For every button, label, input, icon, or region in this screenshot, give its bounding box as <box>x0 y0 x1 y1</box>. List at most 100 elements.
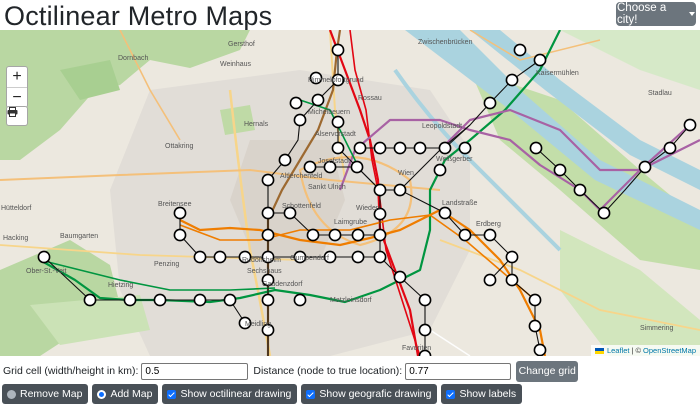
station-node[interactable] <box>553 163 567 177</box>
station-node[interactable] <box>261 206 275 220</box>
station-node[interactable] <box>373 141 387 155</box>
change-grid-button[interactable]: Change grid <box>516 360 579 382</box>
station-node[interactable] <box>573 183 587 197</box>
station-node[interactable] <box>663 141 677 155</box>
zoom-out-button[interactable]: − <box>7 87 27 107</box>
station-node[interactable] <box>331 115 345 129</box>
station-node[interactable] <box>153 293 167 307</box>
station-node[interactable] <box>483 96 497 110</box>
printer-icon <box>7 107 18 117</box>
ukraine-flag-icon <box>594 347 604 354</box>
show-octilinear-label: Show octilinear drawing <box>180 388 292 400</box>
station-node[interactable] <box>533 53 547 67</box>
station-node[interactable] <box>528 319 542 333</box>
station-node[interactable] <box>597 206 611 220</box>
map-canvas[interactable]: Dornbach Gersthof Weinhaus Himmelpfortgr… <box>0 30 700 356</box>
place-label: Alservorstadt <box>315 131 356 138</box>
show-octilinear-toggle[interactable]: Show octilinear drawing <box>162 384 298 404</box>
station-node[interactable] <box>293 293 307 307</box>
station-node[interactable] <box>413 141 427 155</box>
station-node[interactable] <box>638 160 652 174</box>
station-node[interactable] <box>331 43 345 57</box>
station-node[interactable] <box>373 250 387 264</box>
station-node[interactable] <box>513 43 527 57</box>
station-node[interactable] <box>418 323 432 337</box>
station-node[interactable] <box>278 153 292 167</box>
station-node[interactable] <box>393 141 407 155</box>
station-node[interactable] <box>193 250 207 264</box>
station-node[interactable] <box>193 293 207 307</box>
station-node[interactable] <box>331 141 345 155</box>
place-label: Hernals <box>244 121 269 128</box>
station-node[interactable] <box>533 343 547 356</box>
station-node[interactable] <box>505 73 519 87</box>
radio-on-icon <box>97 389 107 399</box>
station-node[interactable] <box>353 141 367 155</box>
station-node[interactable] <box>173 228 187 242</box>
station-node[interactable] <box>328 228 342 242</box>
station-node[interactable] <box>311 93 325 107</box>
station-node[interactable] <box>261 228 275 242</box>
station-node[interactable] <box>173 206 187 220</box>
remove-map-button[interactable]: Remove Map <box>2 384 89 404</box>
show-geographic-toggle[interactable]: Show geografic drawing <box>301 384 438 404</box>
station-node[interactable] <box>433 163 447 177</box>
place-label: Hietzing <box>108 282 133 289</box>
station-node[interactable] <box>351 228 365 242</box>
add-map-label: Add Map <box>110 388 153 400</box>
station-node[interactable] <box>373 228 387 242</box>
station-node[interactable] <box>393 270 407 284</box>
station-node[interactable] <box>351 250 365 264</box>
place-label: Gersthof <box>228 41 255 48</box>
station-node[interactable] <box>683 118 697 132</box>
station-node[interactable] <box>418 293 432 307</box>
distance-input[interactable]: 0.77 <box>405 362 512 380</box>
place-label: Rossau <box>358 95 382 102</box>
caret-down-icon <box>689 12 695 16</box>
station-node[interactable] <box>505 250 519 264</box>
station-node[interactable] <box>528 293 542 307</box>
station-node[interactable] <box>505 273 519 287</box>
metro-map[interactable]: Dornbach Gersthof Weinhaus Himmelpfortgr… <box>0 30 700 356</box>
show-labels-toggle[interactable]: Show labels <box>441 384 523 404</box>
station-node[interactable] <box>483 228 497 242</box>
station-node[interactable] <box>261 173 275 187</box>
station-node[interactable] <box>37 250 51 264</box>
place-label: Meidling <box>245 321 271 328</box>
station-node[interactable] <box>393 183 407 197</box>
station-node[interactable] <box>438 141 452 155</box>
station-node[interactable] <box>458 228 472 242</box>
remove-map-label: Remove Map <box>20 388 83 400</box>
station-node[interactable] <box>350 160 364 174</box>
show-labels-label: Show labels <box>459 388 517 400</box>
zoom-in-button[interactable]: + <box>7 67 27 87</box>
place-label: Wieden <box>356 205 380 212</box>
station-node[interactable] <box>261 293 275 307</box>
grid-cell-input[interactable]: 0.5 <box>141 362 249 380</box>
place-label: Ober-St.-Veit <box>26 268 67 275</box>
place-label: Baumgarten <box>60 233 98 240</box>
print-button[interactable] <box>6 106 28 126</box>
place-label: Kaisermühlen <box>536 70 579 77</box>
place-label: Leopoldstadt <box>422 123 462 130</box>
station-node[interactable] <box>289 96 303 110</box>
station-node[interactable] <box>123 293 137 307</box>
station-node[interactable] <box>213 250 227 264</box>
add-map-button[interactable]: Add Map <box>92 384 159 404</box>
station-node[interactable] <box>306 228 320 242</box>
station-node[interactable] <box>438 206 452 220</box>
station-node[interactable] <box>293 113 307 127</box>
station-node[interactable] <box>303 160 317 174</box>
station-node[interactable] <box>483 273 497 287</box>
grid-cell-label: Grid cell (width/height in km): <box>3 365 139 377</box>
choose-city-dropdown[interactable]: Choose a city! <box>616 2 696 26</box>
place-label: Sankt Ulrich <box>308 184 346 191</box>
station-node[interactable] <box>458 141 472 155</box>
leaflet-link[interactable]: Leaflet <box>607 346 630 355</box>
station-node[interactable] <box>529 141 543 155</box>
station-node[interactable] <box>373 183 387 197</box>
station-node[interactable] <box>83 293 97 307</box>
choose-city-label: Choose a city! <box>617 2 667 26</box>
station-node[interactable] <box>223 293 237 307</box>
openstreetmap-link[interactable]: OpenStreetMap <box>643 346 696 355</box>
